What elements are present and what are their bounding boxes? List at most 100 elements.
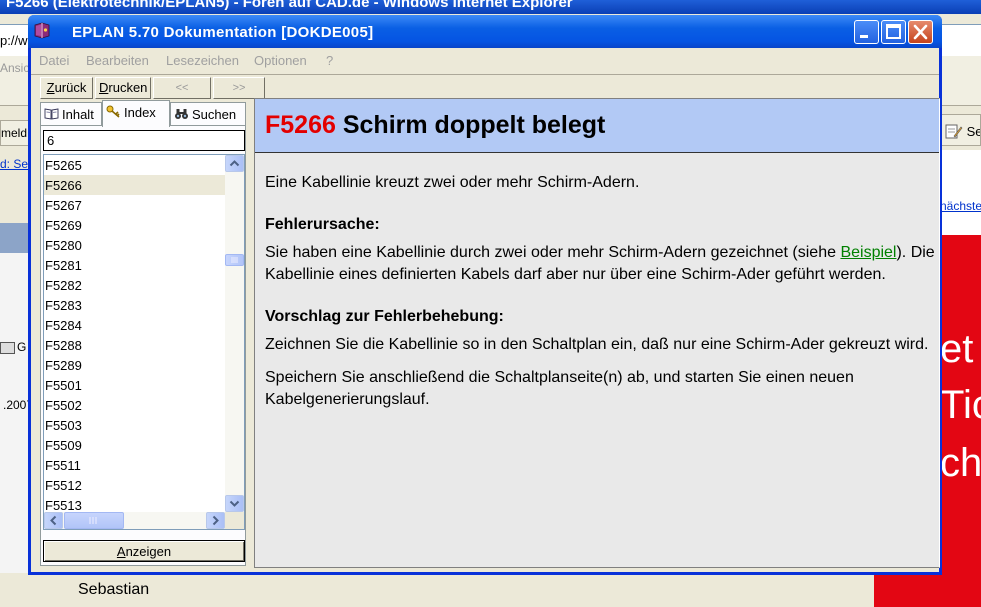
chevron-up-icon (229, 160, 240, 167)
index-list-item[interactable]: F5269 (44, 215, 225, 235)
minimize-icon (860, 35, 868, 38)
index-list-item[interactable]: F5288 (44, 335, 225, 355)
background-post-author: Sebastian (78, 581, 150, 598)
binoculars-icon (175, 109, 188, 119)
horizontal-scroll-thumb[interactable] (64, 512, 124, 529)
background-reply-button[interactable]: Se (940, 114, 981, 146)
background-reply-label: Se (966, 124, 981, 139)
menu-help[interactable]: ? (326, 53, 333, 68)
index-list-item[interactable]: F5502 (44, 395, 225, 415)
help-book-icon (34, 22, 50, 39)
index-list-item[interactable]: F5284 (44, 315, 225, 335)
print-button[interactable]: Drucken (95, 77, 151, 99)
topic-header: F5266 Schirm doppelt belegt (255, 99, 939, 153)
help-window-title: EPLAN 5.70 Dokumentation [DOKDE005] (72, 24, 374, 41)
chevron-down-icon (229, 500, 240, 507)
index-search-input[interactable] (43, 130, 245, 151)
index-list-items: F5265 F5266 F5267 F5269 F5280 F5281 F5282 F5283… (44, 155, 225, 515)
scrollbar-corner (225, 512, 244, 529)
topic-code: F5266 (265, 111, 336, 139)
scroll-down-button[interactable] (225, 495, 244, 512)
index-list-item[interactable]: F5501 (44, 375, 225, 395)
background-tree-item[interactable]: G (0, 340, 26, 354)
index-list-item[interactable]: F5503 (44, 415, 225, 435)
menu-bearbeiten[interactable]: Bearbeiten (86, 53, 149, 68)
tab-contents-label: Inhalt (62, 107, 94, 122)
close-button[interactable] (908, 20, 933, 44)
menu-datei[interactable]: Datei (39, 53, 69, 68)
collapse-box-icon (0, 341, 15, 354)
index-list-item[interactable]: F5280 (44, 235, 225, 255)
background-window-title: F5266 (Elektrotechnik/EPLAN5) - Foren au… (6, 0, 573, 11)
background-toolbar-right (940, 56, 981, 106)
background-address-text: p://w (0, 33, 28, 48)
back-button[interactable]: Zurück (40, 77, 93, 99)
topic-content-pane: F5266 Schirm doppelt belegt Eine Kabelli… (254, 98, 940, 568)
cause-text-before: Sie haben eine Kabellinie durch zwei ode… (265, 244, 841, 261)
index-list-item[interactable]: F5512 (44, 475, 225, 495)
topic-title: Schirm doppelt belegt (342, 111, 606, 139)
horizontal-scrollbar[interactable] (44, 512, 225, 529)
index-list-item[interactable]: F5282 (44, 275, 225, 295)
index-list-item[interactable]: F5265 (44, 155, 225, 175)
close-icon (913, 24, 928, 40)
index-list-item[interactable]: F5281 (44, 255, 225, 275)
background-login-label: meld (1, 126, 28, 140)
background-next-link[interactable]: nächste (940, 199, 981, 213)
background-right-panel (940, 150, 981, 235)
example-link[interactable]: Beispiel (840, 244, 896, 261)
grip-icon (89, 517, 97, 524)
vertical-scroll-thumb[interactable] (225, 254, 244, 266)
cause-heading: Fehlerursache: (265, 216, 380, 233)
chevron-left-icon (50, 515, 57, 526)
topic-intro: Eine Kabellinie kreuzt zwei oder mehr Sc… (265, 174, 640, 191)
grip-icon (231, 257, 238, 263)
previous-topic-button[interactable]: << (153, 77, 211, 99)
tab-search[interactable]: Suchen (170, 102, 246, 125)
topic-body: Eine Kabellinie kreuzt zwei oder mehr Sc… (265, 172, 935, 422)
maximize-button[interactable] (881, 20, 906, 44)
background-tree-label: G (17, 340, 27, 354)
index-list-item[interactable]: F5511 (44, 455, 225, 475)
index-panel: F5265F5266F5267F5269F5280F5281F5282F5283… (40, 125, 246, 566)
index-list-item[interactable]: F5283 (44, 295, 225, 315)
chevron-right-icon (212, 515, 219, 526)
ad-text-line: et (940, 327, 974, 371)
menu-optionen[interactable]: Optionen (254, 53, 307, 68)
ad-text-line: Tic (940, 383, 981, 427)
tab-contents[interactable]: Inhalt (40, 102, 102, 125)
scroll-right-button[interactable] (206, 512, 225, 529)
fix-heading: Vorschlag zur Fehlerbehebung: (265, 308, 504, 325)
index-list-item[interactable]: F5266 (44, 175, 225, 195)
cause-paragraph: Sie haben eine Kabellinie durch zwei ode… (265, 242, 935, 286)
help-menu-bar: Datei Bearbeiten Lesezeichen Optionen ? (31, 48, 939, 72)
edit-note-icon (945, 124, 963, 139)
help-toolbar: Zurück Drucken << >> (31, 74, 939, 99)
index-list-item[interactable]: F5509 (44, 435, 225, 455)
menu-lesezeichen[interactable]: Lesezeichen (166, 53, 239, 68)
open-book-icon (44, 108, 59, 120)
background-view-menu[interactable]: Ansic (0, 61, 29, 75)
fix-paragraph-2: Speichern Sie anschließend die Schaltpla… (265, 369, 854, 408)
tab-index-label: Index (124, 105, 156, 120)
tab-index[interactable]: Index (102, 100, 170, 127)
vertical-scrollbar[interactable] (225, 155, 244, 512)
help-window: EPLAN 5.70 Dokumentation [DOKDE005] Date… (28, 15, 942, 575)
key-icon (106, 105, 120, 118)
tab-search-label: Suchen (192, 107, 237, 122)
index-list-item[interactable]: F5267 (44, 195, 225, 215)
minimize-button[interactable] (854, 20, 879, 44)
show-button[interactable]: Anzeigen (43, 540, 245, 562)
navigation-pane: Inhalt Index Suchen F5265F5266F5267F5269… (40, 100, 246, 566)
next-topic-button[interactable]: >> (213, 77, 265, 99)
scroll-left-button[interactable] (44, 512, 63, 529)
background-window-titlebar: F5266 (Elektrotechnik/EPLAN5) - Foren au… (0, 0, 981, 14)
index-list-item[interactable]: F5289 (44, 355, 225, 375)
scroll-up-button[interactable] (225, 155, 244, 172)
help-window-titlebar[interactable]: EPLAN 5.70 Dokumentation [DOKDE005] (28, 15, 942, 48)
fix-paragraph-1: Zeichnen Sie die Kabellinie so in den Sc… (265, 336, 929, 353)
maximize-icon (886, 24, 901, 39)
index-list[interactable]: F5265 F5266 F5267 F5269 F5280 F5281 F5282 F5283… (43, 154, 245, 530)
background-post-area (32, 573, 874, 607)
ad-text-line: che (940, 441, 981, 485)
